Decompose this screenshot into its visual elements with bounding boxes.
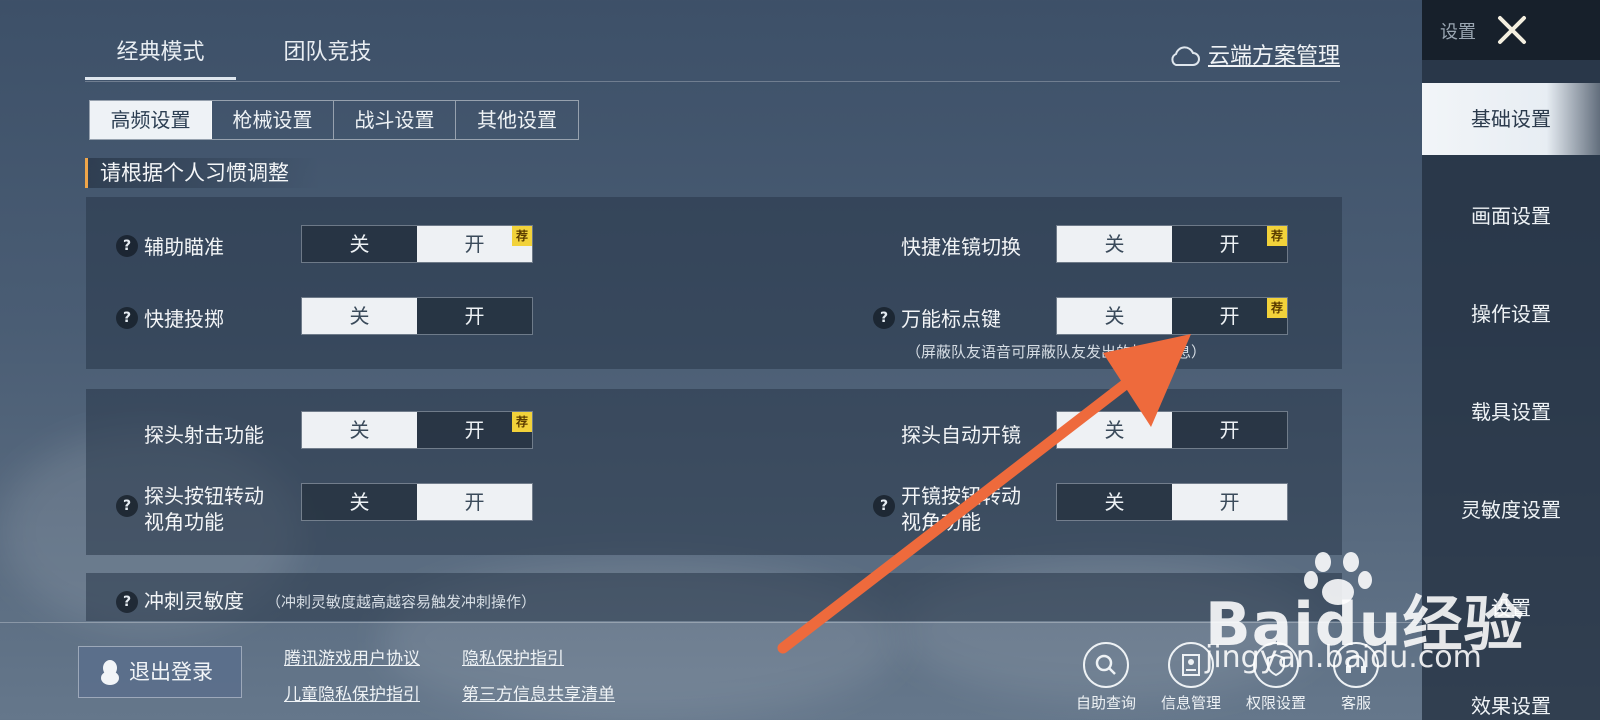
aim-assist-toggle[interactable]: 关 开 荐 — [301, 225, 533, 263]
tab-combat-settings[interactable]: 战斗设置 — [334, 101, 456, 139]
recommend-badge: 荐 — [512, 226, 532, 246]
self-service-button[interactable]: 自助查询 — [1070, 642, 1142, 713]
sidebar-title: 设置 — [1440, 22, 1476, 43]
option-off[interactable]: 关 — [1057, 484, 1172, 520]
option-on[interactable]: 开 — [1172, 412, 1287, 448]
help-icon[interactable]: ? — [873, 495, 895, 517]
universal-marker-toggle[interactable]: 关 开 荐 — [1056, 297, 1288, 335]
tab-weapon-settings[interactable]: 枪械设置 — [212, 101, 334, 139]
sidebar-item-obscured[interactable]: 设置 — [1422, 572, 1600, 644]
sprint-sensitivity-label: 冲刺灵敏度 — [144, 589, 244, 613]
universal-marker-label: 万能标点键 — [901, 307, 1001, 331]
scope-button-rotate-toggle[interactable]: 关 开 — [1056, 483, 1288, 521]
option-off[interactable]: 关 — [302, 484, 417, 520]
customer-service-label: 客服 — [1340, 694, 1371, 712]
id-card-icon — [1182, 654, 1200, 676]
settings-sidebar: 设置 基础设置 画面设置 操作设置 载具设置 灵敏度设置 设置 效果设置 — [1422, 0, 1600, 720]
peek-auto-scope-label: 探头自动开镜 — [901, 423, 1021, 447]
option-on[interactable]: 开 — [417, 484, 532, 520]
help-icon[interactable]: ? — [873, 307, 895, 329]
help-icon[interactable]: ? — [116, 235, 138, 257]
self-service-label: 自助查询 — [1075, 694, 1136, 712]
option-off[interactable]: 关 — [1057, 412, 1172, 448]
logout-button[interactable]: 退出登录 — [78, 646, 242, 698]
user-agreement-link[interactable]: 腾讯游戏用户协议 — [284, 644, 420, 669]
peek-auto-scope-toggle[interactable]: 关 开 — [1056, 411, 1288, 449]
option-off[interactable]: 关 — [302, 412, 417, 448]
customer-service-button[interactable]: 客服 — [1320, 642, 1392, 713]
third-party-sharing-link[interactable]: 第三方信息共享清单 — [462, 680, 615, 705]
tab-classic-mode[interactable]: 经典模式 — [85, 30, 236, 80]
child-privacy-link[interactable]: 儿童隐私保护指引 — [284, 680, 420, 705]
penguin-icon — [101, 660, 119, 685]
permission-settings-button[interactable]: 权限设置 — [1240, 642, 1312, 713]
peek-fire-label: 探头射击功能 — [144, 423, 264, 447]
option-on[interactable]: 开 — [417, 298, 532, 334]
quick-throw-toggle[interactable]: 关 开 — [301, 297, 533, 335]
sidebar-item-sensitivity[interactable]: 灵敏度设置 — [1422, 474, 1600, 546]
privacy-guide-link[interactable]: 隐私保护指引 — [462, 644, 564, 669]
cloud-plan-label: 云端方案管理 — [1207, 44, 1340, 69]
sidebar-item-graphics[interactable]: 画面设置 — [1422, 180, 1600, 252]
headset-icon — [1346, 655, 1366, 673]
help-icon[interactable]: ? — [116, 495, 138, 517]
bottom-divider — [0, 622, 1422, 623]
tab-high-frequency[interactable]: 高频设置 — [90, 101, 212, 139]
help-icon[interactable]: ? — [116, 307, 138, 329]
recommend-badge: 荐 — [512, 412, 532, 432]
logout-label: 退出登录 — [129, 660, 213, 684]
quick-scope-switch-toggle[interactable]: 关 开 荐 — [1056, 225, 1288, 263]
sidebar-item-controls[interactable]: 操作设置 — [1422, 278, 1600, 350]
permission-settings-label: 权限设置 — [1245, 694, 1306, 712]
mode-tab-bar: 经典模式 团队竞技 云端方案管理 — [85, 30, 1340, 82]
sidebar-item-basic[interactable]: 基础设置 — [1422, 83, 1600, 155]
quick-scope-switch-label: 快捷准镜切换 — [901, 235, 1021, 259]
quick-throw-label: 快捷投掷 — [144, 307, 224, 331]
close-icon[interactable] — [1492, 10, 1532, 50]
aim-assist-label: 辅助瞄准 — [144, 235, 224, 259]
tab-other-settings[interactable]: 其他设置 — [456, 101, 578, 139]
help-icon[interactable]: ? — [116, 591, 138, 613]
option-off[interactable]: 关 — [1057, 226, 1172, 262]
recommend-badge: 荐 — [1267, 298, 1287, 318]
peek-fire-toggle[interactable]: 关 开 荐 — [301, 411, 533, 449]
option-on[interactable]: 开 — [1172, 484, 1287, 520]
recommend-badge: 荐 — [1267, 226, 1287, 246]
info-management-label: 信息管理 — [1160, 694, 1221, 712]
sidebar-item-vehicle[interactable]: 载具设置 — [1422, 376, 1600, 448]
peek-button-rotate-label: 探头按钮转动视角功能 — [144, 484, 264, 534]
sidebar-item-effects[interactable]: 效果设置 — [1422, 670, 1600, 720]
scope-button-rotate-label: 开镜按钮转动视角功能 — [901, 484, 1021, 534]
settings-panel-1: ? 辅助瞄准 关 开 荐 快捷准镜切换 关 开 荐 ? 快捷投掷 关 开 ? 万… — [86, 197, 1342, 369]
option-off[interactable]: 关 — [302, 226, 417, 262]
marker-note: （屏蔽队友语音可屏蔽队友发出的标点信息） — [906, 343, 1207, 361]
sprint-sensitivity-note: （冲刺灵敏度越高越容易触发冲刺操作） — [266, 593, 537, 611]
sub-tab-bar: 高频设置 枪械设置 战斗设置 其他设置 — [89, 100, 579, 140]
settings-panel-2: 探头射击功能 关 开 荐 探头自动开镜 关 开 ? 探头按钮转动视角功能 关 开… — [86, 389, 1342, 555]
sidebar-header: 设置 — [1422, 0, 1600, 60]
option-off[interactable]: 关 — [1057, 298, 1172, 334]
section-heading: 请根据个人习惯调整 — [85, 158, 320, 188]
cloud-plan-link[interactable]: 云端方案管理 — [1168, 38, 1340, 70]
tab-team-deathmatch[interactable]: 团队竞技 — [265, 30, 390, 80]
info-management-button[interactable]: 信息管理 — [1155, 642, 1227, 713]
cloud-icon — [1171, 46, 1200, 66]
search-icon — [1095, 654, 1116, 675]
option-off[interactable]: 关 — [302, 298, 417, 334]
shield-icon — [1267, 653, 1285, 677]
peek-button-rotate-toggle[interactable]: 关 开 — [301, 483, 533, 521]
settings-panel-3: ? 冲刺灵敏度 （冲刺灵敏度越高越容易触发冲刺操作） — [86, 573, 1342, 621]
